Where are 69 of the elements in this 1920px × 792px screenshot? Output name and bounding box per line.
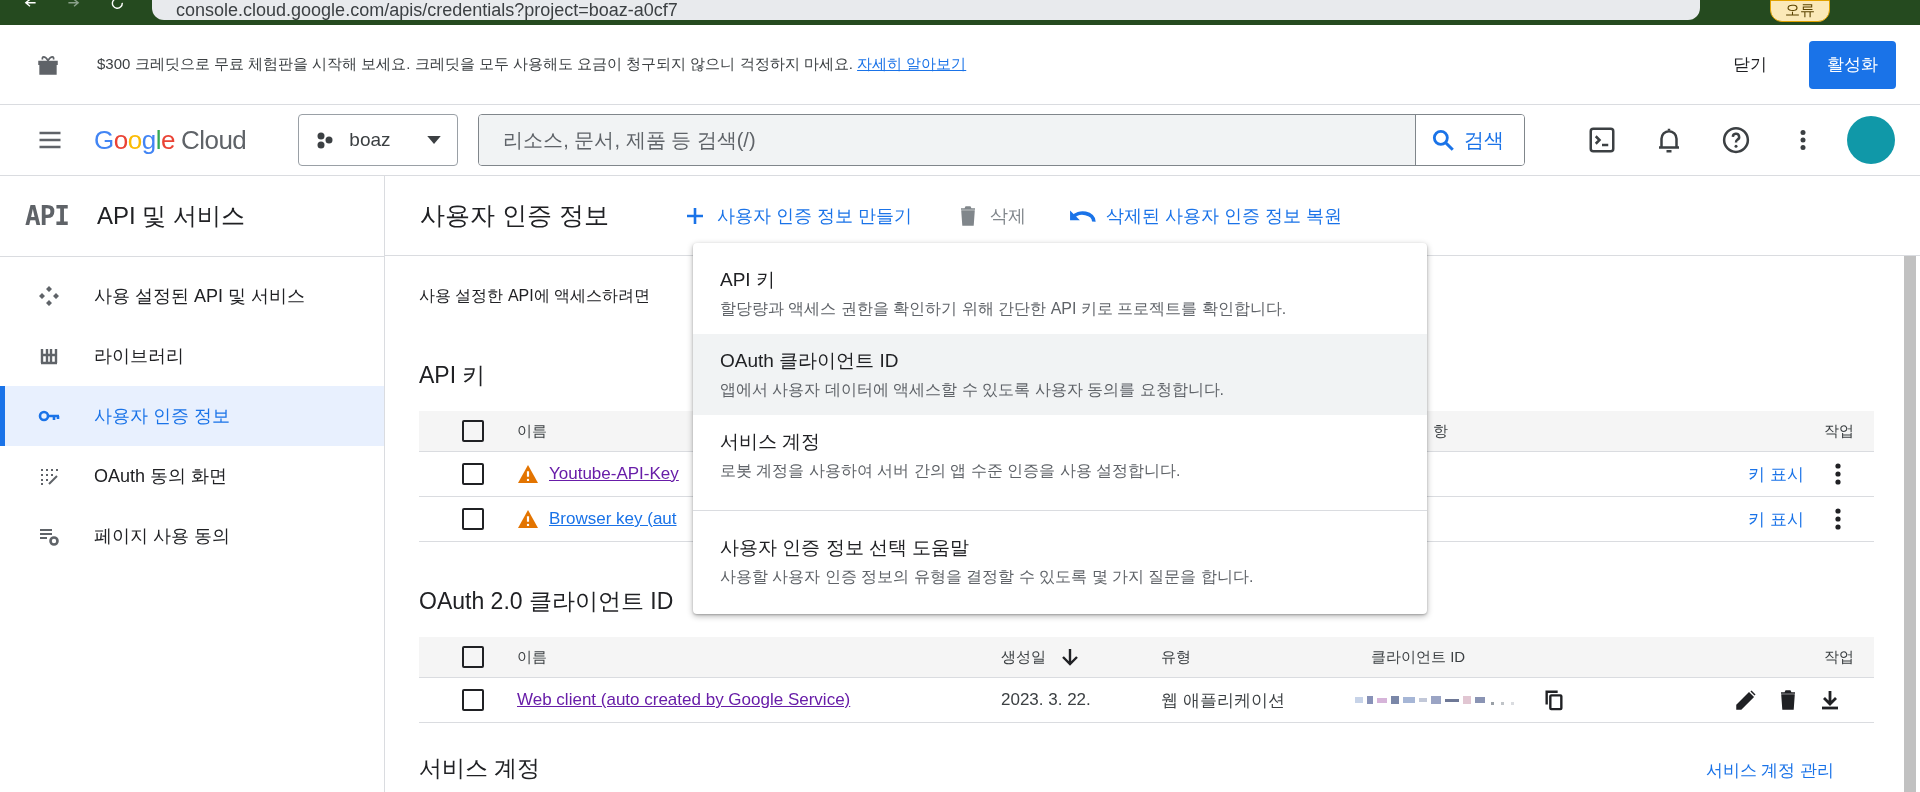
intro-text: 사용 설정한 API에 액세스하려면 bbox=[419, 286, 652, 306]
sidebar-title: API 및 서비스 bbox=[97, 201, 246, 231]
sidebar-item[interactable]: 페이지 사용 동의 bbox=[0, 506, 384, 566]
show-key-link[interactable]: 키 표시 bbox=[1748, 462, 1804, 486]
toolbar-action-button[interactable]: 삭제된 사용자 인증 정보 복원 bbox=[1069, 203, 1342, 228]
key-name-link[interactable]: Youtube-API-Key bbox=[549, 464, 679, 484]
api-logo: API bbox=[25, 201, 70, 231]
sort-descending-icon[interactable] bbox=[1060, 647, 1080, 667]
column-header: 작업 bbox=[1823, 647, 1855, 667]
search-field[interactable]: 리소스, 문서, 제품 등 검색(/) bbox=[479, 115, 1417, 165]
menu-item-description: 사용할 사용자 인증 정보의 유형을 결정할 수 있도록 몇 가지 질문을 합니다. bbox=[720, 567, 1255, 587]
address-bar[interactable]: console.cloud.google.com/apis/credentials?project=boaz-a0cf7 bbox=[152, 0, 1700, 20]
checkbox[interactable] bbox=[462, 463, 484, 485]
column-header: 클라이언트 ID bbox=[1371, 647, 1467, 667]
menu-item-title: 사용자 인증 정보 선택 도움말 bbox=[720, 536, 971, 560]
table-cell-text: 웹 애플리케이션 bbox=[1161, 689, 1286, 712]
sidebar-item[interactable]: 사용 설정된 API 및 서비스 bbox=[0, 266, 384, 326]
sidebar-item[interactable]: OAuth 동의 화면 bbox=[0, 446, 384, 506]
section-heading: 서비스 계정 bbox=[419, 754, 541, 783]
section-heading: API 키 bbox=[419, 361, 486, 390]
project-selector[interactable]: boaz bbox=[298, 114, 459, 166]
google-cloud-logo[interactable]: Google Cloud bbox=[94, 124, 247, 156]
sidebar-item[interactable]: 사용자 인증 정보 bbox=[0, 386, 384, 446]
help-icon[interactable] bbox=[1721, 125, 1751, 155]
key-name-link[interactable]: Browser key (aut bbox=[549, 509, 677, 529]
menu-item[interactable]: API 키 할당량과 액세스 권한을 확인하기 위해 간단한 API 키로 프로젝트를 확인합니다. bbox=[693, 251, 1427, 334]
menu-item-description: 로봇 계정을 사용하여 서버 간의 앱 수준 인증을 사용 설정합니다. bbox=[720, 461, 1182, 481]
edit-icon[interactable] bbox=[1734, 688, 1758, 712]
scrollbar[interactable] bbox=[1904, 256, 1916, 792]
show-key-link[interactable]: 키 표시 bbox=[1748, 507, 1804, 531]
client-name-link[interactable]: Web client (auto created by Google Service) bbox=[517, 690, 851, 710]
checkbox[interactable] bbox=[462, 508, 484, 530]
undo-icon bbox=[1069, 208, 1096, 223]
dropdown-caret-icon bbox=[427, 135, 442, 145]
sidebar-item[interactable]: 라이브러리 bbox=[0, 326, 384, 386]
checkbox[interactable] bbox=[462, 646, 484, 668]
promo-text: $300 크레딧으로 무료 체험판을 시작해 보세요. 크레딧을 모두 사용해도 요금이 청구되지 않으니 걱정하지 마세요. 자세히 알아보기 bbox=[97, 55, 967, 74]
column-header[interactable]: 생성일 bbox=[1001, 647, 1046, 667]
checkbox[interactable] bbox=[462, 689, 484, 711]
menu-item-description: 할당량과 액세스 권한을 확인하기 위해 간단한 API 키로 프로젝트를 확인합니다. bbox=[720, 299, 1288, 319]
terminal-icon[interactable] bbox=[1587, 125, 1617, 155]
toolbar-action-button[interactable]: 사용자 인증 정보 만들기 bbox=[682, 203, 912, 228]
diamond-icon bbox=[37, 284, 61, 308]
learn-more-link[interactable]: 자세히 알아보기 bbox=[857, 55, 967, 72]
section-heading: OAuth 2.0 클라이언트 ID bbox=[419, 587, 674, 616]
column-header: 이름 bbox=[517, 647, 548, 667]
search-icon bbox=[1430, 127, 1457, 153]
menu-item-title: API 키 bbox=[720, 268, 776, 292]
column-header: 유형 bbox=[1161, 647, 1192, 667]
menu-item-description: 앱에서 사용자 데이터에 액세스할 수 있도록 사용자 동의를 요청합니다. bbox=[720, 380, 1225, 400]
column-header: 이름 bbox=[517, 421, 548, 441]
menu-item[interactable]: 서비스 계정 로봇 계정을 사용하여 서버 간의 앱 수준 인증을 사용 설정합니다. bbox=[693, 415, 1427, 496]
error-badge[interactable]: 오류 bbox=[1770, 0, 1830, 22]
menu-item[interactable]: 사용자 인증 정보 선택 도움말 사용할 사용자 인증 정보의 유형을 결정할 수 있도록 몇 가지 질문을 합니다. bbox=[693, 510, 1427, 606]
checkbox[interactable] bbox=[462, 420, 484, 442]
more-options-icon[interactable] bbox=[1834, 462, 1842, 486]
dismiss-button[interactable]: 닫기 bbox=[1717, 43, 1783, 86]
column-header: 항 bbox=[1433, 421, 1449, 441]
avatar[interactable] bbox=[1846, 115, 1896, 165]
menu-item-title: OAuth 클라이언트 ID bbox=[720, 349, 900, 373]
column-header: 작업 bbox=[1823, 421, 1855, 441]
activate-button[interactable]: 활성화 bbox=[1809, 40, 1896, 89]
copy-icon[interactable] bbox=[1543, 689, 1565, 711]
page-title: 사용자 인증 정보 bbox=[420, 200, 609, 231]
manage-service-accounts-link[interactable]: 서비스 계정 관리 bbox=[1705, 759, 1834, 782]
menu-item-title: 서비스 계정 bbox=[720, 430, 822, 454]
table-cell-text: 2023. 3. 22. bbox=[1001, 690, 1092, 710]
menu-item[interactable]: OAuth 클라이언트 ID 앱에서 사용자 데이터에 액세스할 수 있도록 사용자 동의를 요청합니다. bbox=[693, 334, 1427, 415]
more-options-icon[interactable] bbox=[1834, 507, 1842, 531]
